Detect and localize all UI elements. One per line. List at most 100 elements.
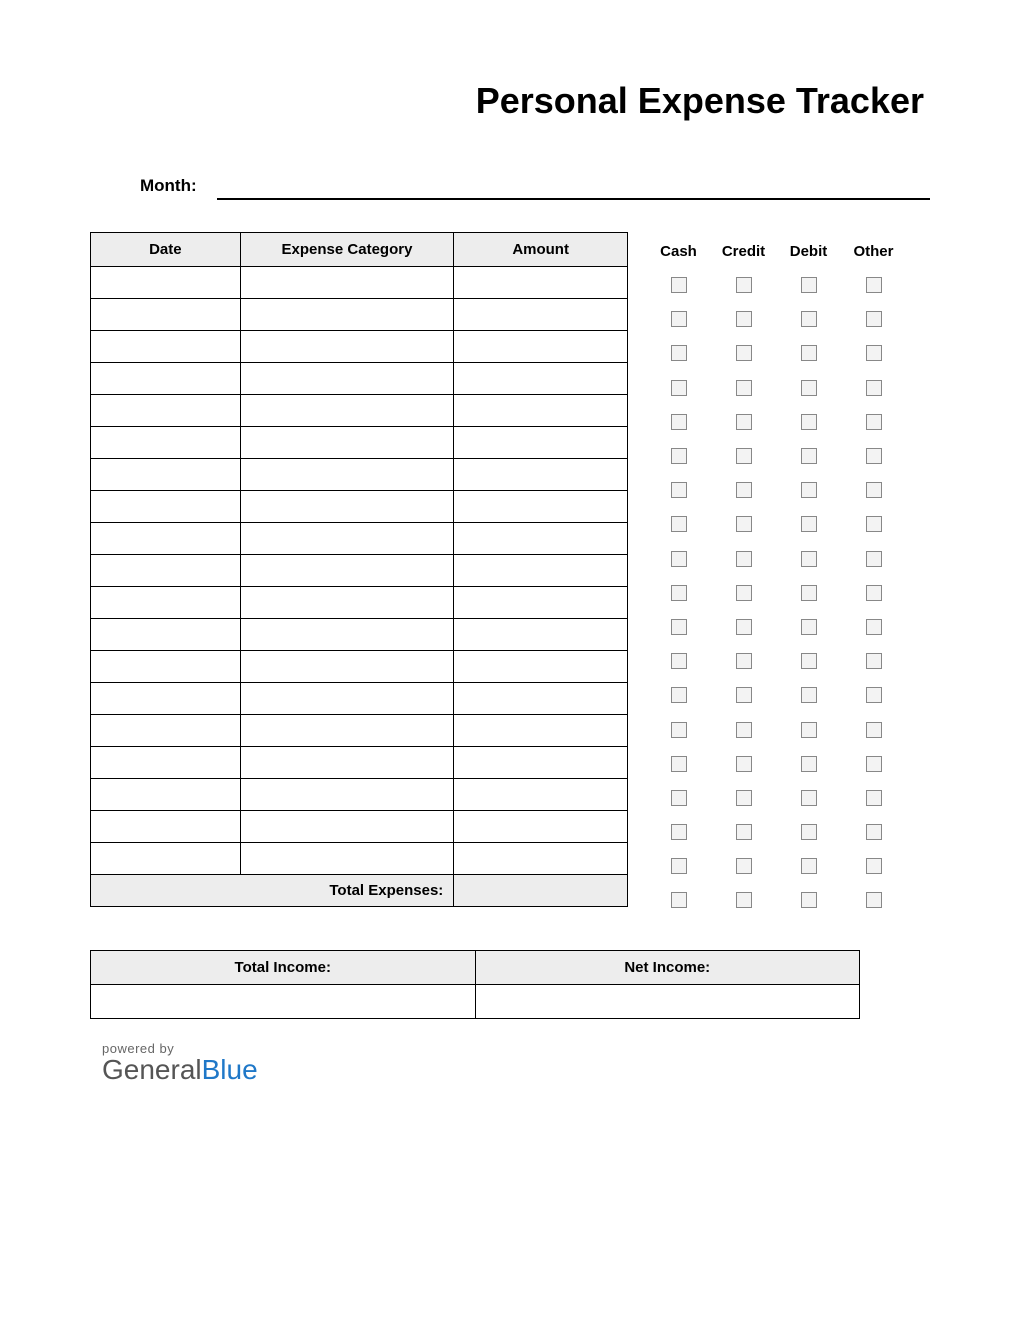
checkbox-other[interactable] [866, 448, 882, 464]
date-input[interactable] [97, 333, 234, 361]
cell-category[interactable] [240, 363, 454, 395]
category-input[interactable] [247, 301, 448, 329]
checkbox-debit[interactable] [801, 414, 817, 430]
checkbox-credit[interactable] [736, 653, 752, 669]
total-expenses-value[interactable] [454, 875, 628, 907]
cell-category[interactable] [240, 555, 454, 587]
checkbox-credit[interactable] [736, 277, 752, 293]
cell-date[interactable] [91, 651, 241, 683]
total-income-cell[interactable] [91, 984, 476, 1018]
total-income-input[interactable] [97, 987, 469, 1015]
category-input[interactable] [247, 333, 448, 361]
amount-input[interactable] [460, 397, 621, 425]
checkbox-cash[interactable] [671, 585, 687, 601]
category-input[interactable] [247, 429, 448, 457]
cell-amount[interactable] [454, 715, 628, 747]
category-input[interactable] [247, 493, 448, 521]
cell-date[interactable] [91, 587, 241, 619]
category-input[interactable] [247, 781, 448, 809]
checkbox-debit[interactable] [801, 345, 817, 361]
checkbox-debit[interactable] [801, 551, 817, 567]
cell-amount[interactable] [454, 619, 628, 651]
date-input[interactable] [97, 429, 234, 457]
checkbox-cash[interactable] [671, 345, 687, 361]
category-input[interactable] [247, 557, 448, 585]
cell-date[interactable] [91, 331, 241, 363]
cell-amount[interactable] [454, 459, 628, 491]
checkbox-cash[interactable] [671, 414, 687, 430]
date-input[interactable] [97, 653, 234, 681]
date-input[interactable] [97, 525, 234, 553]
checkbox-other[interactable] [866, 824, 882, 840]
checkbox-other[interactable] [866, 516, 882, 532]
date-input[interactable] [97, 749, 234, 777]
checkbox-other[interactable] [866, 790, 882, 806]
cell-category[interactable] [240, 587, 454, 619]
date-input[interactable] [97, 365, 234, 393]
amount-input[interactable] [460, 717, 621, 745]
cell-category[interactable] [240, 459, 454, 491]
checkbox-other[interactable] [866, 892, 882, 908]
checkbox-debit[interactable] [801, 516, 817, 532]
checkbox-cash[interactable] [671, 790, 687, 806]
category-input[interactable] [247, 845, 448, 873]
checkbox-debit[interactable] [801, 687, 817, 703]
checkbox-credit[interactable] [736, 551, 752, 567]
amount-input[interactable] [460, 589, 621, 617]
cell-category[interactable] [240, 299, 454, 331]
checkbox-credit[interactable] [736, 311, 752, 327]
amount-input[interactable] [460, 301, 621, 329]
cell-category[interactable] [240, 683, 454, 715]
checkbox-credit[interactable] [736, 619, 752, 635]
checkbox-credit[interactable] [736, 858, 752, 874]
checkbox-credit[interactable] [736, 380, 752, 396]
checkbox-other[interactable] [866, 687, 882, 703]
checkbox-other[interactable] [866, 345, 882, 361]
cell-date[interactable] [91, 267, 241, 299]
cell-amount[interactable] [454, 811, 628, 843]
cell-category[interactable] [240, 491, 454, 523]
checkbox-other[interactable] [866, 858, 882, 874]
cell-category[interactable] [240, 843, 454, 875]
checkbox-cash[interactable] [671, 311, 687, 327]
date-input[interactable] [97, 557, 234, 585]
cell-amount[interactable] [454, 587, 628, 619]
amount-input[interactable] [460, 653, 621, 681]
amount-input[interactable] [460, 333, 621, 361]
date-input[interactable] [97, 269, 234, 297]
checkbox-other[interactable] [866, 653, 882, 669]
cell-amount[interactable] [454, 747, 628, 779]
cell-amount[interactable] [454, 651, 628, 683]
checkbox-credit[interactable] [736, 345, 752, 361]
net-income-cell[interactable] [475, 984, 860, 1018]
checkbox-credit[interactable] [736, 790, 752, 806]
checkbox-cash[interactable] [671, 756, 687, 772]
cell-amount[interactable] [454, 779, 628, 811]
checkbox-debit[interactable] [801, 448, 817, 464]
cell-category[interactable] [240, 267, 454, 299]
checkbox-other[interactable] [866, 619, 882, 635]
amount-input[interactable] [460, 525, 621, 553]
date-input[interactable] [97, 301, 234, 329]
checkbox-other[interactable] [866, 756, 882, 772]
cell-date[interactable] [91, 491, 241, 523]
checkbox-credit[interactable] [736, 448, 752, 464]
date-input[interactable] [97, 621, 234, 649]
checkbox-credit[interactable] [736, 722, 752, 738]
date-input[interactable] [97, 845, 234, 873]
checkbox-cash[interactable] [671, 892, 687, 908]
amount-input[interactable] [460, 461, 621, 489]
checkbox-debit[interactable] [801, 311, 817, 327]
date-input[interactable] [97, 461, 234, 489]
checkbox-cash[interactable] [671, 687, 687, 703]
amount-input[interactable] [460, 269, 621, 297]
cell-date[interactable] [91, 619, 241, 651]
cell-amount[interactable] [454, 331, 628, 363]
net-income-input[interactable] [482, 987, 854, 1015]
cell-date[interactable] [91, 555, 241, 587]
amount-input[interactable] [460, 845, 621, 873]
checkbox-debit[interactable] [801, 722, 817, 738]
checkbox-credit[interactable] [736, 687, 752, 703]
cell-amount[interactable] [454, 523, 628, 555]
amount-input[interactable] [460, 365, 621, 393]
